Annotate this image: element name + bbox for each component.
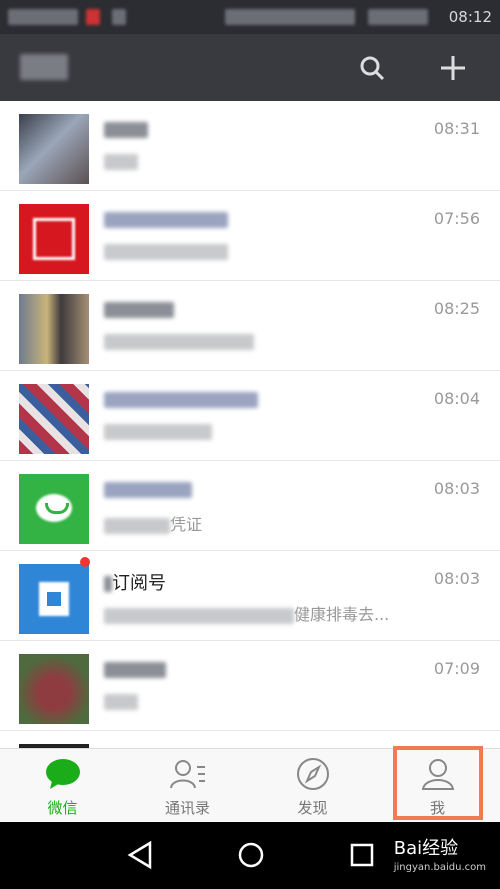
- chat-time: 08:31: [433, 119, 480, 138]
- chat-list[interactable]: 08:31 07:56 08:25 08:04 凭证 08:03 订阅号 健康排…: [0, 101, 500, 748]
- status-bar: 08:12: [0, 0, 500, 34]
- chat-message: [104, 691, 138, 710]
- status-time: 08:12: [448, 8, 492, 26]
- unread-dot: [80, 557, 90, 567]
- home-icon[interactable]: [236, 840, 266, 870]
- avatar: [19, 474, 89, 544]
- app-title: [20, 54, 68, 80]
- watermark-brand: Bai经验: [393, 838, 459, 859]
- system-nav-bar: Bai经验 jingyan.baidu.com: [0, 822, 500, 889]
- chat-bubble-icon: [46, 759, 80, 789]
- tab-label: 通讯录: [164, 799, 210, 817]
- chat-row[interactable]: 07:09: [0, 641, 500, 731]
- watermark-url: jingyan.baidu.com: [393, 862, 486, 873]
- chat-message: 凭证: [104, 511, 202, 535]
- chat-name: [104, 389, 258, 410]
- search-icon[interactable]: [356, 52, 388, 84]
- chat-time: 07:09: [433, 659, 480, 678]
- tab-label: 发现: [297, 799, 328, 817]
- avatar: [19, 564, 89, 634]
- chat-name: [104, 659, 166, 680]
- chat-message: [104, 331, 254, 350]
- signal-icons: [368, 9, 428, 25]
- tab-chats[interactable]: 微信: [0, 749, 125, 823]
- chat-row[interactable]: 订阅号 健康排毒去... 08:03: [0, 551, 500, 641]
- chat-time: 08:03: [433, 479, 480, 498]
- highlight-box: [393, 746, 483, 820]
- chat-row[interactable]: 07:56: [0, 191, 500, 281]
- chat-name: [104, 209, 228, 230]
- chat-row[interactable]: 08:31: [0, 101, 500, 191]
- notification-icon: [112, 9, 126, 25]
- carrier-label: [8, 9, 78, 25]
- tab-contacts[interactable]: 通讯录: [125, 749, 250, 823]
- avatar: [19, 294, 89, 364]
- back-icon[interactable]: [126, 840, 154, 870]
- avatar: [19, 114, 89, 184]
- chat-name: [104, 479, 192, 500]
- chat-time: 08:03: [433, 569, 480, 588]
- avatar: [19, 384, 89, 454]
- tab-label: 微信: [47, 799, 78, 817]
- chat-message: [104, 421, 212, 440]
- recents-icon[interactable]: [348, 840, 376, 870]
- chat-time: 08:25: [433, 299, 480, 318]
- chat-name: [104, 299, 174, 320]
- chat-message: [104, 151, 138, 170]
- add-icon[interactable]: [437, 52, 469, 84]
- chat-message: 健康排毒去...: [104, 601, 389, 625]
- app-bar: [0, 34, 500, 101]
- watermark: Bai经验 jingyan.baidu.com: [394, 834, 486, 873]
- chat-time: 08:04: [433, 389, 480, 408]
- chat-row[interactable]: 08:25: [0, 281, 500, 371]
- contacts-icon: [170, 760, 205, 789]
- chat-row[interactable]: 凭证 08:03: [0, 461, 500, 551]
- chat-message: [104, 241, 228, 260]
- chat-name: [104, 119, 148, 140]
- chat-name: 订阅号: [104, 569, 166, 595]
- chat-time: 07:56: [433, 209, 480, 228]
- compass-icon: [297, 758, 329, 790]
- notification-icon: [86, 9, 100, 25]
- tab-discover[interactable]: 发现: [250, 749, 375, 823]
- status-icons: [225, 9, 355, 25]
- avatar: [19, 654, 89, 724]
- avatar: [19, 204, 89, 274]
- chat-row[interactable]: 08:04: [0, 371, 500, 461]
